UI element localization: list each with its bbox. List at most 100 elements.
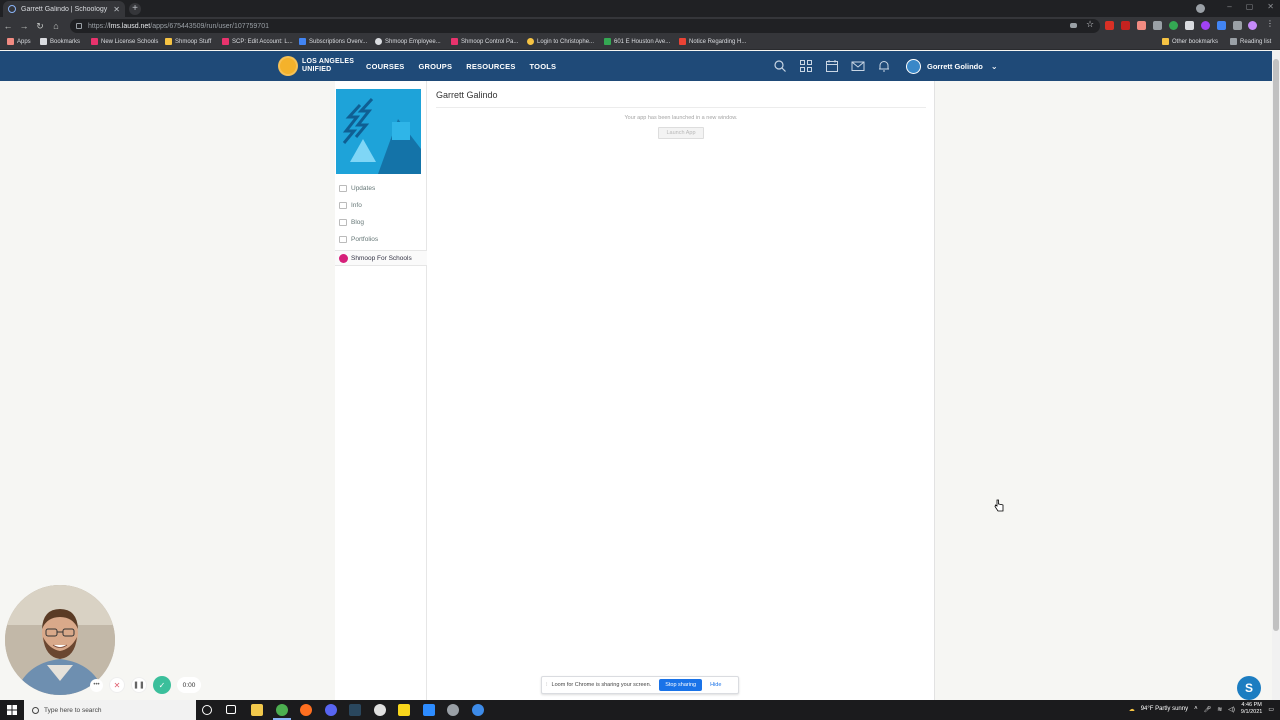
extension-icon[interactable] [1185,21,1194,30]
calendar-icon[interactable] [825,59,839,73]
chrome-profile-icon[interactable] [374,704,386,716]
nav-tools[interactable]: TOOLS [530,62,557,71]
extension-icon[interactable] [1201,21,1210,30]
extension-icon[interactable] [1153,21,1162,30]
extension-icon[interactable] [1217,21,1226,30]
bookmark-subscriptions[interactable]: Subscriptions Overv... [299,38,367,45]
nav-courses[interactable]: COURSES [366,62,405,71]
info-icon [339,202,347,209]
reload-icon[interactable]: ↻ [32,21,48,32]
messages-icon[interactable] [851,59,865,73]
wifi-icon[interactable]: ≋ [1217,706,1222,713]
bookmark-shmoop-stuff[interactable]: Shmoop Stuff [165,38,211,45]
forward-icon[interactable]: → [16,21,32,31]
taskbar-search[interactable]: Type here to search [24,700,196,720]
profile-avatar-icon[interactable] [1248,21,1257,30]
camera-icon[interactable] [1070,23,1077,28]
zoom-icon[interactable] [423,704,435,716]
maximize-button[interactable]: ▢ [1246,2,1254,11]
system-tray: ☁ 94°F Partly sunny ˄ 🎤︎ ≋ ◁) 4:46 PM 9/… [1129,702,1274,716]
address-bar[interactable]: https:// lms.lausd.net /apps/675443509/r… [70,19,1100,33]
other-bookmarks[interactable]: Other bookmarks [1162,38,1218,45]
volume-icon[interactable]: ◁) [1228,706,1235,713]
chrome-icon[interactable] [276,704,288,716]
weather-icon[interactable]: ☁ [1129,706,1135,713]
star-icon [40,38,47,45]
help-chat-button[interactable]: S [1237,676,1261,700]
weather-text[interactable]: 94°F Partly sunny [1141,706,1188,712]
extension-icon[interactable] [1105,21,1114,30]
tray-up-icon[interactable]: ˄ [1194,706,1198,712]
windows-taskbar: Type here to search ☁ 94°F Partly sunny … [0,700,1280,720]
app-icon[interactable] [447,704,459,716]
extension-icon[interactable] [1121,21,1130,30]
bookmark-scp-edit-account[interactable]: SCP: Edit Account: L... [222,38,293,45]
drag-handle-icon[interactable]: ⁞ [546,682,548,688]
mail-icon [679,38,686,45]
globe-icon [375,38,382,45]
updates-icon [339,185,347,192]
bookmark-bookmarks[interactable]: Bookmarks [40,38,80,45]
recording-timer: 0:00 [177,677,201,693]
apps-grid-icon[interactable] [799,59,813,73]
bookmark-new-license-schools[interactable]: New License Schools [91,38,158,45]
launch-app-button[interactable]: Launch App [658,127,704,139]
tab-close-icon[interactable]: ✕ [113,5,120,14]
close-window-button[interactable]: ✕ [1267,2,1274,11]
bookmarks-bar: Apps Bookmarks New License Schools Shmoo… [0,35,1280,50]
sidebar-item-portfolios[interactable]: Portfolios [339,236,378,243]
home-icon[interactable]: ⌂ [48,21,64,31]
sidebar-item-info[interactable]: Info [339,202,362,209]
cancel-recording-icon[interactable]: ✕ [109,677,125,693]
sidebar-item-blog[interactable]: Blog [339,219,364,226]
bookmark-shmoop-employee[interactable]: Shmoop Employee... [375,38,441,45]
firefox-icon[interactable] [300,704,312,716]
more-options-icon[interactable]: ••• [90,678,103,692]
sticky-notes-icon[interactable] [398,704,410,716]
steam-icon[interactable] [349,704,361,716]
file-explorer-icon[interactable] [251,704,263,716]
scrollbar-thumb[interactable] [1273,59,1279,631]
microphone-icon[interactable]: 🎤︎ [1204,706,1212,713]
bookmark-apps[interactable]: Apps [7,38,31,45]
launch-message: Your app has been launched in a new wind… [624,115,738,121]
user-menu[interactable]: Gorrett Golindo ⌄ [906,59,998,74]
sidebar-item-updates[interactable]: Updates [339,185,375,192]
hide-button[interactable]: Hide [710,682,721,688]
nav-groups[interactable]: GROUPS [419,62,453,71]
screen-share-bar: ⁞ Loom for Chrome is sharing your screen… [541,676,739,694]
stop-sharing-button[interactable]: Stop sharing [659,679,703,691]
cortana-icon[interactable] [202,705,212,715]
back-icon[interactable]: ← [0,21,16,31]
new-tab-button[interactable]: + [129,3,141,15]
bookmark-login-christophe[interactable]: Login to Christophe... [527,38,594,45]
pause-recording-icon[interactable]: ❚❚ [131,677,147,693]
share-message: Loom for Chrome is sharing your screen. [551,682,652,688]
bookmark-star-icon[interactable]: ☆ [1086,19,1094,30]
nav-resources[interactable]: RESOURCES [466,62,515,71]
lausd-logo[interactable]: LOS ANGELES UNIFIED [278,56,354,76]
extension-icon[interactable] [1169,21,1178,30]
bookmark-houston-ave[interactable]: 601 E Houston Ave... [604,38,670,45]
puzzle-extensions-icon[interactable] [1233,21,1242,30]
extension-icon[interactable] [1137,21,1146,30]
reading-list[interactable]: Reading list [1230,38,1271,45]
page-scrollbar[interactable] [1272,51,1280,700]
search-icon[interactable] [773,59,787,73]
sidebar-item-shmoop[interactable]: Shmoop For Schools [335,250,427,266]
profile-picture[interactable] [336,89,421,174]
app-icon[interactable] [472,704,484,716]
bookmark-shmoop-control-panel[interactable]: Shmoop Control Pa... [451,38,518,45]
browser-tab[interactable]: Garrett Galindo | Schoology ✕ [3,1,125,17]
discord-icon[interactable] [325,704,337,716]
clock[interactable]: 4:46 PM 9/1/2021 [1241,702,1262,716]
windows-start-icon[interactable] [7,705,17,715]
notifications-bell-icon[interactable] [877,59,891,73]
site-header: LOS ANGELES UNIFIED COURSES GROUPS RESOU… [0,51,1280,81]
browser-menu-icon[interactable]: ⋮ [1266,19,1274,28]
minimize-button[interactable]: – [1227,2,1231,11]
bookmark-notice-regarding[interactable]: Notice Regarding H... [679,38,746,45]
finish-recording-icon[interactable]: ✓ [153,676,171,694]
notification-center-icon[interactable]: ▭ [1268,706,1274,713]
task-view-icon[interactable] [226,705,236,714]
